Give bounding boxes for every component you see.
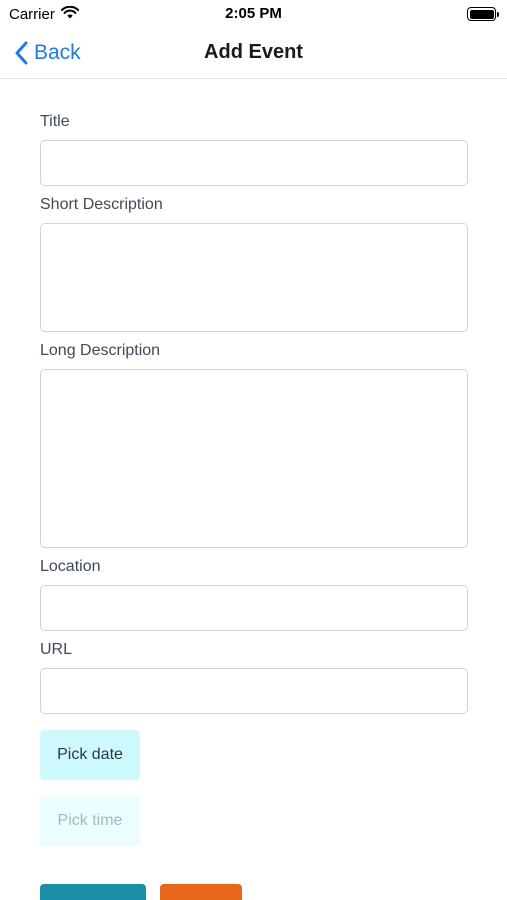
- url-label: URL: [40, 641, 73, 658]
- long-description-input[interactable]: [40, 369, 468, 548]
- location-input[interactable]: [40, 585, 468, 631]
- long-description-label: Long Description: [40, 342, 161, 359]
- title-input[interactable]: [40, 140, 468, 186]
- navigation-bar: Back Add Event: [0, 28, 507, 79]
- pick-time-button[interactable]: Pick time: [40, 796, 140, 846]
- status-time: 2:05 PM: [225, 5, 282, 22]
- short-description-input[interactable]: [40, 223, 468, 332]
- battery-icon: [467, 7, 499, 21]
- status-bar: Carrier 2:05 PM: [0, 0, 507, 28]
- url-input[interactable]: [40, 668, 468, 714]
- primary-action-button[interactable]: [40, 884, 146, 900]
- pick-date-button[interactable]: Pick date: [40, 730, 140, 780]
- location-label: Location: [40, 558, 101, 575]
- secondary-action-button[interactable]: [160, 884, 242, 900]
- add-event-screen: Carrier 2:05 PM Back Add Event Title Sho…: [0, 0, 507, 900]
- title-label: Title: [40, 113, 70, 130]
- page-title: Add Event: [204, 41, 303, 63]
- short-description-label: Short Description: [40, 196, 163, 213]
